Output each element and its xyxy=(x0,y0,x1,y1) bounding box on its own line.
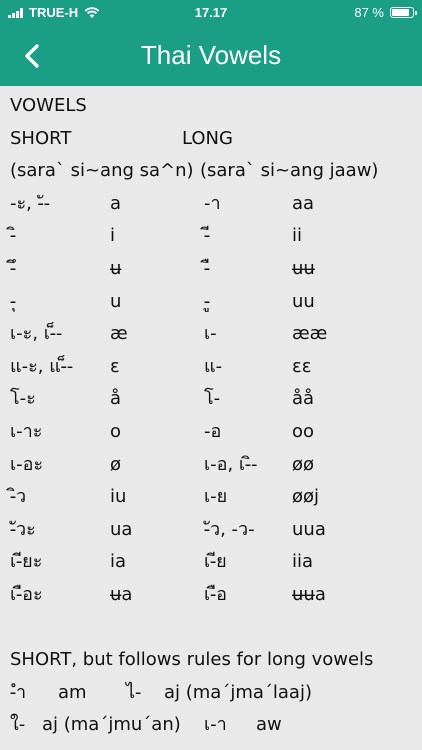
long-vowel-roman: ʉʉa xyxy=(292,583,326,605)
short-vowel-roman: a xyxy=(110,192,122,214)
special-heading-line: SHORT, but follows rules for long vowels xyxy=(10,644,414,677)
long-vowel-thai: เ-ีย xyxy=(204,551,227,573)
special-rom: aj (ma´jma´laaj) xyxy=(164,681,312,703)
short-name: (sara` si~ang sa^n) xyxy=(10,160,194,182)
long-vowel-roman: øø xyxy=(292,453,315,475)
short-vowel-thai: -ิ xyxy=(10,225,16,247)
long-vowel-thai: -ัว, -ว- xyxy=(204,518,255,540)
long-vowel-thai: เ-อ, เ-ิ- xyxy=(204,453,258,475)
battery-group: 87 % xyxy=(354,5,417,20)
short-vowel-thai: แ-ะ, แ-็- xyxy=(10,355,74,377)
vowel-row: เ-ือะ ʉa เ-ือ ʉʉa xyxy=(10,579,414,612)
short-vowel-thai: เ-ะ, เ-็- xyxy=(10,323,63,345)
long-vowel-roman: ɛɛ xyxy=(292,355,312,377)
special-thai: เ-า xyxy=(204,714,227,736)
long-name: (sara` si~ang jaaw) xyxy=(200,160,379,182)
short-vowel-roman: iu xyxy=(110,486,127,508)
short-vowel-thai: เ-ือะ xyxy=(10,583,43,605)
short-vowel-thai: -ึ xyxy=(10,257,16,279)
long-vowel-roman: uua xyxy=(292,518,326,540)
short-vowel-thai: เ-ียะ xyxy=(10,551,43,573)
column-names-line: (sara` si~ang sa^n) (sara` si~ang jaaw) xyxy=(10,155,414,188)
long-vowel-thai: เ-ย xyxy=(204,486,228,508)
vowel-row: -ะ, -ั- a -า aa xyxy=(10,188,414,221)
long-vowel-thai: -อ xyxy=(204,420,222,442)
short-vowel-roman: ia xyxy=(110,551,127,573)
vowel-row: -ิว iu เ-ย øøj xyxy=(10,481,414,514)
vowel-row: -ึ ʉ -ื ʉʉ xyxy=(10,253,414,286)
short-vowel-thai: เ-าะ xyxy=(10,420,43,442)
short-vowel-roman: ø xyxy=(110,453,122,475)
section-heading-line: VOWELS xyxy=(10,90,414,123)
special-thai: -ำ xyxy=(10,681,27,703)
vowel-row: โ-ะ å โ-åå xyxy=(10,383,414,416)
short-vowel-thai: -ัวะ xyxy=(10,518,36,540)
battery-text: 87 % xyxy=(354,5,384,20)
vowel-row: -ัวะ ua -ัว, -ว-uua xyxy=(10,514,414,547)
special-rom: aj (ma´jmu´an) xyxy=(42,714,181,736)
long-vowel-thai: แ- xyxy=(204,355,223,377)
vowel-row: เ-ียะ ia เ-ีย iia xyxy=(10,546,414,579)
special-line: ใ- aj (ma´jmu´an) เ-า aw xyxy=(10,709,414,742)
short-vowel-roman: æ xyxy=(110,323,128,345)
short-vowel-roman: i xyxy=(110,225,116,247)
vowel-row: -ุ u -ู uu xyxy=(10,286,414,319)
long-vowel-roman: uu xyxy=(292,290,315,312)
long-vowel-roman: ææ xyxy=(292,323,328,345)
short-vowel-roman: ʉ xyxy=(110,257,122,279)
vowel-row: เ-าะ o -อ oo xyxy=(10,416,414,449)
vowel-row: -ิ i -ี ii xyxy=(10,220,414,253)
long-vowel-roman: oo xyxy=(292,420,315,442)
vowel-row: เ-ะ, เ-็- æ เ-ææ xyxy=(10,318,414,351)
vowels-heading: VOWELS xyxy=(10,95,87,116)
special-thai: ไ- xyxy=(126,681,142,703)
short-label: SHORT xyxy=(10,127,72,149)
long-vowel-roman: iia xyxy=(292,551,314,573)
short-vowel-roman: ua xyxy=(110,518,133,540)
vowel-row: เ-อะ ø เ-อ, เ-ิ- øø xyxy=(10,449,414,482)
special-rom: aw xyxy=(256,714,282,736)
long-vowel-thai: -ี xyxy=(204,225,210,247)
long-label: LONG xyxy=(182,127,233,149)
status-bar: TRUE-H 17.17 87 % xyxy=(0,0,422,26)
short-vowel-thai: -ุ xyxy=(10,290,16,312)
short-vowel-roman: å xyxy=(110,388,122,410)
long-vowel-roman: aa xyxy=(292,192,315,214)
short-vowel-roman: ʉa xyxy=(110,583,133,605)
long-vowel-thai: เ- xyxy=(204,323,217,345)
special-heading: SHORT, but follows rules for long vowels xyxy=(10,649,374,671)
short-vowel-thai: โ-ะ xyxy=(10,388,36,410)
short-vowel-thai: -ิว xyxy=(10,486,27,508)
vowel-row: แ-ะ, แ-็- ɛ แ-ɛɛ xyxy=(10,351,414,384)
column-labels-line: SHORT LONG xyxy=(10,123,414,156)
short-vowel-roman: o xyxy=(110,420,122,442)
long-vowel-thai: -ื xyxy=(204,257,210,279)
long-vowel-thai: -ู xyxy=(204,290,210,312)
short-vowel-roman: ɛ xyxy=(110,355,120,377)
battery-icon xyxy=(390,7,417,18)
special-thai: ใ- xyxy=(10,714,26,736)
special-line: -ำ am ไ- aj (ma´jma´laaj) xyxy=(10,677,414,710)
vowel-content: VOWELS SHORT LONG (sara` si~ang sa^n) (s… xyxy=(10,90,414,742)
short-vowel-thai: -ะ, -ั- xyxy=(10,192,51,214)
nav-bar: Thai Vowels xyxy=(0,26,422,86)
long-vowel-thai: -า xyxy=(204,192,221,214)
long-vowel-thai: เ-ือ xyxy=(204,583,227,605)
page-title: Thai Vowels xyxy=(140,40,282,70)
long-vowel-roman: åå xyxy=(292,388,315,410)
short-vowel-roman: u xyxy=(110,290,122,312)
short-vowel-thai: เ-อะ xyxy=(10,453,44,475)
long-vowel-thai: โ- xyxy=(204,388,221,410)
long-vowel-roman: øøj xyxy=(292,486,320,508)
long-vowel-roman: ʉʉ xyxy=(292,257,315,279)
special-rom: am xyxy=(58,681,87,703)
long-vowel-roman: ii xyxy=(292,225,303,247)
